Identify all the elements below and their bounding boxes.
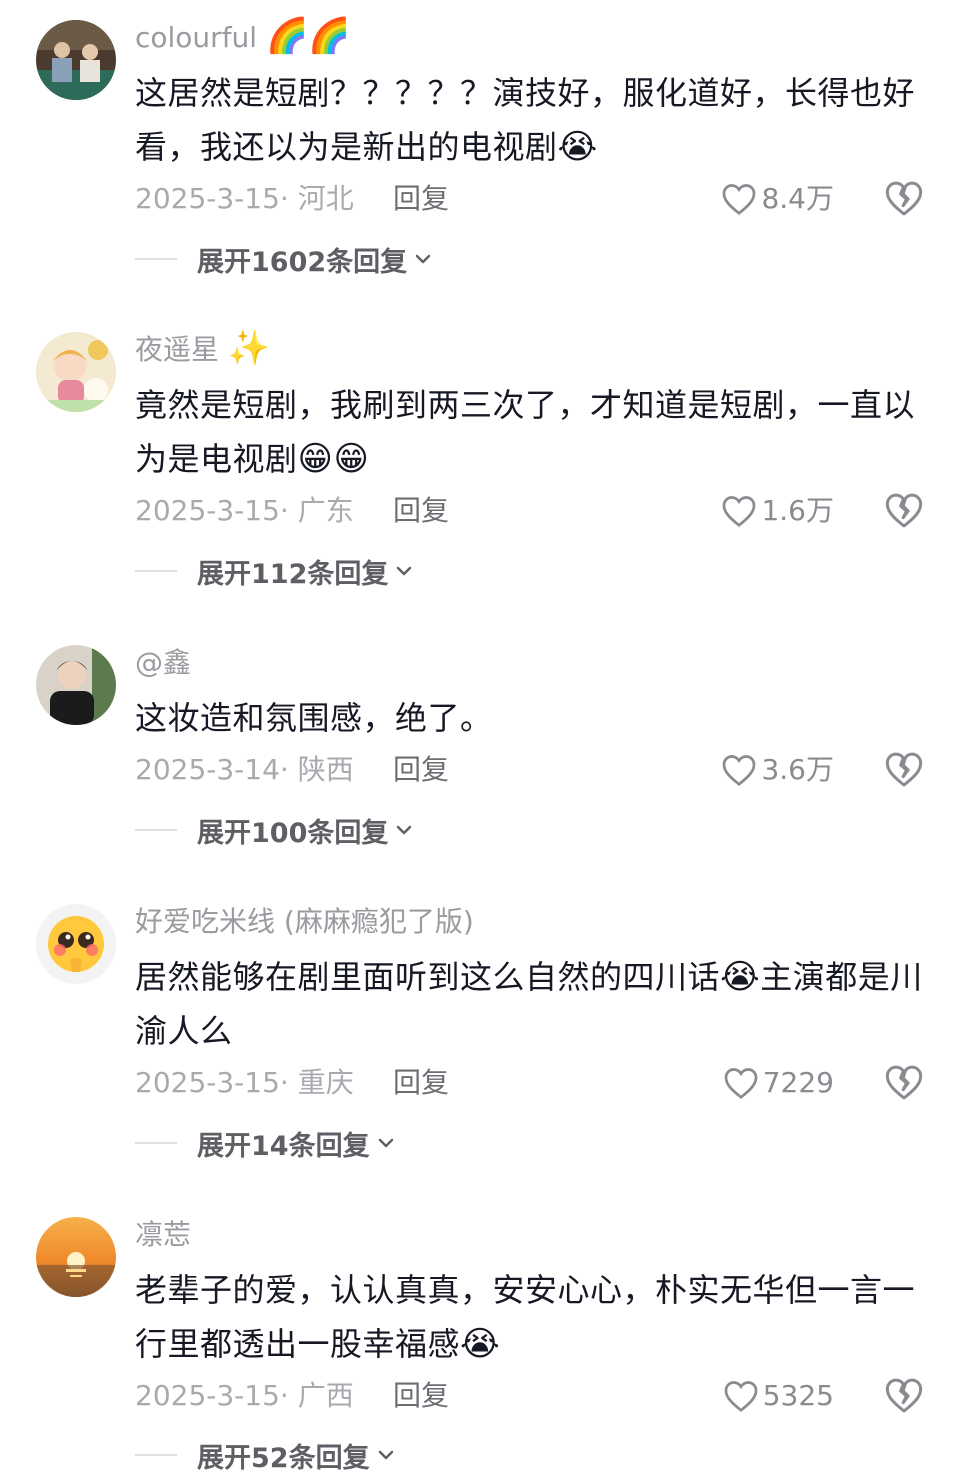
username[interactable]: colourful 🌈🌈 — [135, 18, 351, 58]
like-count: 3.6万 — [761, 753, 834, 786]
avatar[interactable] — [36, 645, 116, 725]
reply-button[interactable]: 回复 — [393, 750, 449, 790]
divider — [135, 829, 177, 831]
comment-body: 这妆造和氛围感，绝了。 — [135, 699, 493, 737]
date-location: 2025-3-15· 重庆 — [135, 1066, 354, 1099]
divider — [135, 1142, 177, 1144]
comment-text: 这居然是短剧？？？？？演技好，服化道好，长得也好看，我还以为是新出的电视剧😭 — [135, 66, 925, 174]
username-text[interactable]: colourful — [135, 21, 257, 54]
broken-heart-icon[interactable] — [884, 491, 924, 531]
comment-item: 凛莣 老辈子的爱，认认真真，安安心心，朴实无华但一言一行里都透出一股幸福感😭 2… — [0, 1197, 960, 1475]
avatar[interactable] — [36, 332, 116, 412]
expand-label[interactable]: 展开112条回复 — [197, 552, 388, 591]
divider — [135, 258, 177, 260]
date-location: 2025-3-14· 陕西 — [135, 753, 354, 786]
reply-button[interactable]: 回复 — [393, 491, 449, 531]
grinning-emoji: 😁😁 — [297, 439, 370, 479]
heart-icon[interactable] — [721, 753, 757, 787]
crying-emoji: 😭 — [720, 957, 761, 997]
comment-text: 居然能够在剧里面听到这么自然的四川话😭主演都是川渝人么 — [135, 950, 925, 1058]
comment-item: @鑫 这妆造和氛围感，绝了。 2025-3-14· 陕西 回复 3.6万 展开1… — [0, 625, 960, 875]
reply-button[interactable]: 回复 — [393, 179, 449, 219]
comment-text: 这妆造和氛围感，绝了。 — [135, 691, 925, 745]
like-button[interactable]: 1.6万 — [721, 491, 834, 531]
dislike-button[interactable] — [884, 491, 924, 531]
dislike-button[interactable] — [884, 1376, 924, 1416]
chevron-down-icon[interactable] — [376, 1133, 396, 1153]
sparkles-emoji: ✨ — [227, 328, 271, 368]
expand-label[interactable]: 展开14条回复 — [197, 1124, 370, 1163]
comment-item: colourful 🌈🌈 这居然是短剧？？？？？演技好，服化道好，长得也好看，我… — [0, 0, 960, 300]
comment-body: 竟然是短剧，我刷到两三次了，才知道是短剧，一直以为是电视剧 — [135, 386, 916, 478]
avatar[interactable] — [36, 904, 116, 984]
divider — [135, 570, 177, 572]
heart-icon[interactable] — [721, 494, 757, 528]
like-button[interactable]: 7229 — [723, 1063, 834, 1103]
comment-body: 这居然是短剧？？？？？演技好，服化道好，长得也好看，我还以为是新出的电视剧 — [135, 74, 916, 166]
username-text[interactable]: 好爱吃米线 (麻麻瘾犯了版) — [135, 905, 474, 938]
date-location: 2025-3-15· 广西 — [135, 1379, 354, 1412]
date-location: 2025-3-15· 河北 — [135, 182, 354, 215]
expand-label[interactable]: 展开100条回复 — [197, 811, 388, 850]
username[interactable]: @鑫 — [135, 643, 191, 683]
like-count: 7229 — [762, 1066, 834, 1099]
like-button[interactable]: 3.6万 — [721, 750, 834, 790]
broken-heart-icon[interactable] — [884, 179, 924, 219]
comment-item: 夜遥星 ✨ 竟然是短剧，我刷到两三次了，才知道是短剧，一直以为是电视剧😁😁 20… — [0, 312, 960, 612]
date-location: 2025-3-15· 广东 — [135, 494, 354, 527]
like-count: 5325 — [762, 1379, 834, 1412]
chevron-down-icon[interactable] — [394, 820, 414, 840]
username[interactable]: 凛莣 — [135, 1215, 191, 1255]
like-count: 8.4万 — [761, 182, 834, 215]
crying-emoji: 😭 — [557, 127, 598, 167]
reply-button[interactable]: 回复 — [393, 1376, 449, 1416]
broken-heart-icon[interactable] — [884, 750, 924, 790]
avatar[interactable] — [36, 20, 116, 100]
crying-emoji: 😭 — [460, 1324, 501, 1364]
like-count: 1.6万 — [761, 494, 834, 527]
heart-icon[interactable] — [721, 182, 757, 216]
chevron-down-icon[interactable] — [413, 249, 433, 269]
comment-text: 竟然是短剧，我刷到两三次了，才知道是短剧，一直以为是电视剧😁😁 — [135, 378, 925, 486]
dislike-button[interactable] — [884, 750, 924, 790]
username-text[interactable]: 凛莣 — [135, 1218, 191, 1251]
expand-label[interactable]: 展开52条回复 — [197, 1436, 370, 1475]
broken-heart-icon[interactable] — [884, 1376, 924, 1416]
comment-text: 老辈子的爱，认认真真，安安心心，朴实无华但一言一行里都透出一股幸福感😭 — [135, 1263, 925, 1371]
dislike-button[interactable] — [884, 1063, 924, 1103]
chevron-down-icon[interactable] — [394, 561, 414, 581]
comment-body: 老辈子的爱，认认真真，安安心心，朴实无华但一言一行里都透出一股幸福感 — [135, 1271, 916, 1363]
expand-label[interactable]: 展开1602条回复 — [197, 240, 407, 279]
avatar[interactable] — [36, 1217, 116, 1297]
expand-replies[interactable]: 展开112条回复 — [135, 551, 414, 591]
username[interactable]: 夜遥星 ✨ — [135, 330, 270, 370]
divider — [135, 1454, 177, 1456]
expand-replies[interactable]: 展开52条回复 — [135, 1435, 396, 1475]
username-text[interactable]: @鑫 — [135, 646, 191, 679]
heart-icon[interactable] — [723, 1066, 759, 1100]
like-button[interactable]: 5325 — [723, 1376, 834, 1416]
chevron-down-icon[interactable] — [376, 1445, 396, 1465]
rainbow-emoji: 🌈🌈 — [265, 16, 351, 56]
like-button[interactable]: 8.4万 — [721, 179, 834, 219]
broken-heart-icon[interactable] — [884, 1063, 924, 1103]
expand-replies[interactable]: 展开1602条回复 — [135, 239, 433, 279]
heart-icon[interactable] — [723, 1379, 759, 1413]
comment-body: 居然能够在剧里面听到这么自然的四川话 — [135, 958, 721, 996]
username[interactable]: 好爱吃米线 (麻麻瘾犯了版) — [135, 902, 474, 942]
dislike-button[interactable] — [884, 179, 924, 219]
expand-replies[interactable]: 展开100条回复 — [135, 810, 414, 850]
expand-replies[interactable]: 展开14条回复 — [135, 1123, 396, 1163]
comment-item: 好爱吃米线 (麻麻瘾犯了版) 居然能够在剧里面听到这么自然的四川话😭主演都是川渝… — [0, 884, 960, 1184]
username-text[interactable]: 夜遥星 — [135, 333, 219, 366]
reply-button[interactable]: 回复 — [393, 1063, 449, 1103]
